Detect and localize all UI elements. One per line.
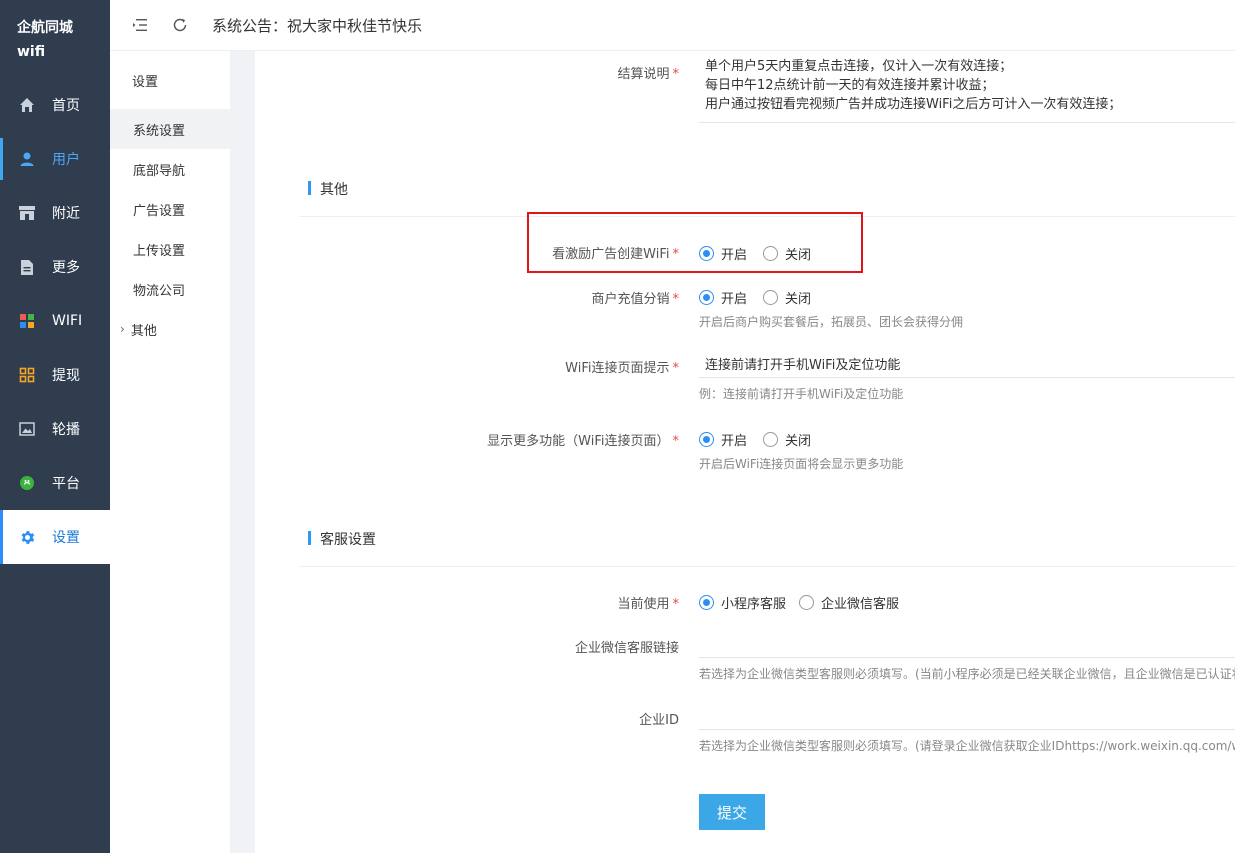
section-marker	[308, 531, 311, 545]
section-customer-service: 客服设置	[299, 529, 1235, 567]
merchant-recharge-on-radio[interactable]: 开启	[699, 288, 747, 307]
refresh-icon[interactable]	[170, 15, 190, 35]
more-features-off-radio[interactable]: 关闭	[763, 430, 811, 449]
submenu-item-bottom-nav[interactable]: 底部导航	[110, 149, 230, 189]
merchant-recharge-hint: 开启后商户购买套餐后，拓展员、团长会获得分佣	[699, 315, 964, 329]
nav-label: WIFI	[52, 313, 83, 329]
chevron-right-icon: ›	[120, 322, 125, 336]
settings-submenu: 设置 系统设置 底部导航 广告设置 上传设置 物流公司 › 其他	[110, 51, 230, 853]
nav-item-more[interactable]: 更多	[0, 240, 110, 294]
section-marker	[308, 181, 311, 195]
merchant-recharge-label: 商户充值分销 *	[591, 292, 680, 307]
main-sidebar: 企航同城 wifi 首页 用户 附近 更多 WIFI 提现 轮播 平台 设置	[0, 0, 110, 853]
home-icon	[18, 96, 36, 114]
nav-label: 首页	[52, 98, 80, 114]
apps-icon	[18, 312, 36, 330]
settlement-line: 单个用户5天内重复点击连接，仅计入一次有效连接；	[705, 59, 1013, 74]
merchant-recharge-off-radio[interactable]: 关闭	[763, 288, 811, 307]
document-icon	[18, 258, 36, 276]
radio-unchecked-icon	[763, 432, 779, 447]
nav-item-settings[interactable]: 设置	[0, 510, 110, 564]
wework-link-input[interactable]	[699, 628, 1235, 658]
more-features-on-radio[interactable]: 开启	[699, 430, 747, 449]
submit-button[interactable]: 提交	[699, 794, 765, 830]
user-icon	[18, 150, 36, 168]
nav-item-home[interactable]: 首页	[0, 78, 110, 132]
submenu-item-system[interactable]: 系统设置	[110, 109, 230, 149]
menu-toggle-icon[interactable]	[130, 15, 150, 35]
submenu-item-other[interactable]: › 其他	[110, 309, 230, 349]
wifi-tip-input[interactable]: 连接前请打开手机WiFi及定位功能	[699, 348, 1235, 378]
nav-item-platform[interactable]: 平台	[0, 456, 110, 510]
submenu-title: 设置	[132, 75, 159, 90]
nav-label: 附近	[52, 206, 80, 222]
mini-program-service-radio[interactable]: 小程序客服	[699, 593, 786, 612]
submenu-item-ads[interactable]: 广告设置	[110, 189, 230, 229]
required-mark: *	[672, 361, 680, 376]
radio-unchecked-icon	[763, 290, 779, 305]
section-title: 其他	[320, 182, 348, 198]
radio-checked-icon	[699, 290, 714, 305]
submenu-item-upload[interactable]: 上传设置	[110, 229, 230, 269]
nav-label: 轮播	[52, 422, 80, 438]
more-features-radio-group: 开启 关闭	[699, 430, 827, 449]
brand-name: 企航同城	[17, 20, 73, 36]
corp-id-label: 企业ID	[639, 713, 679, 728]
grid-icon	[18, 366, 36, 384]
image-icon	[18, 420, 36, 438]
wifi-tip-label: WiFi连接页面提示 *	[565, 361, 680, 376]
wework-service-radio[interactable]: 企业微信客服	[799, 593, 899, 612]
settings-form: 结算说明 * 单个用户5天内重复点击连接，仅计入一次有效连接； 每日中午12点统计…	[255, 51, 1235, 853]
required-mark: *	[672, 434, 680, 449]
required-mark: *	[672, 292, 680, 307]
current-use-label: 当前使用 *	[617, 597, 680, 612]
corp-id-hint: 若选择为企业微信类型客服则必须填写。(请登录企业微信获取企业IDhttps://…	[699, 739, 1235, 753]
more-features-hint: 开启后WiFi连接页面将会显示更多功能	[699, 457, 904, 471]
nav-label: 平台	[52, 476, 80, 492]
required-mark: *	[672, 597, 680, 612]
wework-link-hint: 若选择为企业微信类型客服则必须填写。(当前小程序必须是已经关联企业微信，且企业微…	[699, 667, 1235, 681]
gear-icon	[18, 528, 36, 546]
settlement-line: 用户通过按钮看完视频广告并成功连接WiFi之后方可计入一次有效连接；	[705, 97, 1122, 112]
brand: 企航同城 wifi	[0, 0, 110, 78]
current-use-radio-group: 小程序客服 企业微信客服	[699, 593, 915, 612]
settlement-textarea[interactable]: 单个用户5天内重复点击连接，仅计入一次有效连接； 每日中午12点统计前一天的有效…	[699, 57, 1235, 123]
more-features-label: 显示更多功能（WiFi连接页面） *	[487, 434, 680, 449]
nav-label: 设置	[52, 530, 80, 546]
merchant-recharge-radio-group: 开启 关闭	[699, 288, 827, 307]
nav-item-nearby[interactable]: 附近	[0, 186, 110, 240]
section-title: 客服设置	[320, 532, 376, 548]
announcement-text: 系统公告：祝大家中秋佳节快乐	[212, 16, 423, 35]
brand-sub: wifi	[17, 44, 46, 60]
nav-item-user[interactable]: 用户	[0, 132, 110, 186]
corp-id-input[interactable]	[699, 700, 1235, 730]
submenu-item-logistics[interactable]: 物流公司	[110, 269, 230, 309]
wework-link-label: 企业微信客服链接	[574, 641, 679, 656]
radio-checked-icon	[699, 595, 714, 610]
nav-label: 提现	[52, 368, 80, 384]
nav-item-carousel[interactable]: 轮播	[0, 402, 110, 456]
nav-label: 更多	[52, 260, 80, 276]
nav-item-wifi[interactable]: WIFI	[0, 294, 110, 348]
radio-unchecked-icon	[799, 595, 815, 610]
required-mark: *	[672, 67, 680, 82]
wifi-tip-hint: 例：连接前请打开手机WiFi及定位功能	[699, 387, 904, 401]
submenu-item-label: 其他	[130, 323, 157, 339]
nav-item-withdraw[interactable]: 提现	[0, 348, 110, 402]
highlight-annotation	[527, 212, 863, 273]
store-icon	[18, 204, 36, 222]
radio-checked-icon	[699, 432, 714, 447]
settlement-label: 结算说明 *	[617, 67, 680, 82]
top-header: 系统公告：祝大家中秋佳节快乐	[110, 0, 1235, 51]
content-gutter	[230, 51, 255, 853]
settlement-line: 每日中午12点统计前一天的有效连接并累计收益；	[705, 78, 995, 93]
platform-icon	[18, 474, 36, 492]
nav-label: 用户	[52, 152, 80, 168]
